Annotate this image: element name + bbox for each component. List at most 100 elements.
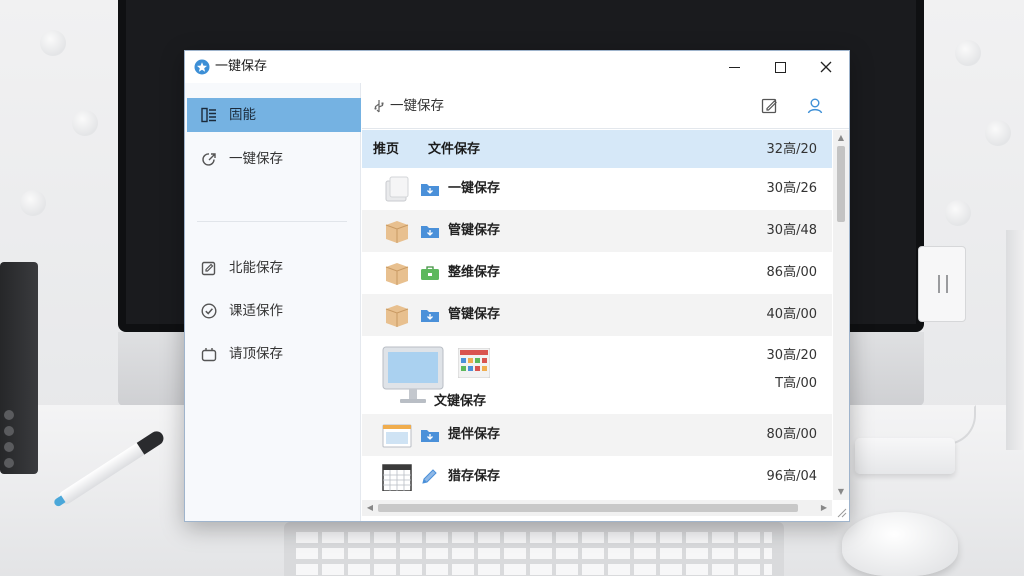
vertical-scroll-thumb[interactable]: [837, 146, 845, 222]
app-grid-icon: [458, 348, 490, 378]
scroll-right-icon[interactable]: ▶: [819, 503, 829, 513]
edit-box-icon: [201, 261, 216, 276]
scroll-left-icon[interactable]: ◀: [365, 503, 375, 513]
resize-grip-icon[interactable]: [835, 506, 847, 518]
calendar-thumb-icon: [382, 464, 412, 491]
list-item[interactable]: 提伴保存 80高/00: [362, 414, 832, 456]
wall-texture: [20, 190, 46, 216]
file-size: 96高/04: [766, 469, 817, 484]
horizontal-scrollbar[interactable]: ◀ ▶: [362, 500, 832, 516]
sidebar-item-label: 固能: [229, 107, 256, 123]
speaker-button: [4, 458, 14, 468]
list-item-expanded[interactable]: 文键保存 30高/20 T高/00: [362, 336, 832, 414]
wall-texture: [955, 40, 981, 66]
title-bar[interactable]: 一键保存: [185, 51, 849, 83]
sidebar: 固能 一键保存 北能保存 课适保作 请顶保存: [185, 83, 361, 521]
list-item[interactable]: 猎存保存 96高/04: [362, 456, 832, 498]
file-name: 猎存保存: [448, 469, 501, 484]
list-item[interactable]: 一键保存 30高/26: [362, 168, 832, 210]
scroll-down-icon[interactable]: ▼: [836, 487, 846, 497]
file-size: 30高/26: [766, 181, 817, 196]
file-size: 30高/48: [766, 223, 817, 238]
file-name: 一键保存: [448, 181, 501, 196]
side-panel: [1006, 230, 1024, 450]
list-item[interactable]: 管键保存 40高/00: [362, 294, 832, 336]
sidebar-item-label: 一键保存: [229, 151, 283, 167]
maximize-icon: [774, 61, 786, 73]
close-button[interactable]: [803, 51, 849, 83]
package-folder-icon: [385, 305, 409, 327]
key-row: [296, 548, 772, 559]
keyboard: [284, 522, 784, 576]
router: [855, 438, 955, 474]
close-icon: [820, 61, 832, 73]
speaker-button: [4, 442, 14, 452]
list-item[interactable]: 整维保存 86高/00: [362, 252, 832, 294]
key-row: [296, 532, 772, 543]
sidebar-item-home[interactable]: 固能: [187, 98, 361, 132]
outlet-socket: [938, 275, 948, 293]
content-toolbar: 一键保存: [362, 83, 849, 129]
sidebar-item-quick-save[interactable]: 课适保作: [187, 294, 361, 328]
blank-folder-icon: [385, 176, 409, 202]
share-arrow-icon: [202, 153, 216, 166]
user-icon: [807, 98, 823, 114]
file-size: 30高/20: [766, 348, 817, 363]
vertical-scrollbar[interactable]: ▲ ▼: [833, 130, 849, 500]
blue-folder-icon: [421, 310, 439, 322]
key-row: [296, 564, 772, 575]
window-thumb-icon: [382, 424, 412, 448]
wall-texture: [985, 120, 1011, 146]
sidebar-item-label: 课适保作: [229, 303, 283, 319]
file-name: 整维保存: [448, 265, 501, 280]
edit-button[interactable]: [760, 96, 780, 116]
sidebar-item-one-click-save[interactable]: 一键保存: [187, 142, 361, 176]
column-header-file[interactable]: 文件保存: [428, 142, 480, 157]
maximize-button[interactable]: [757, 51, 803, 83]
user-button[interactable]: [805, 96, 825, 116]
file-name: 管键保存: [448, 223, 501, 238]
column-header-page[interactable]: 推页: [373, 142, 399, 157]
file-size-secondary: T高/00: [775, 376, 817, 391]
usb-icon: [374, 100, 384, 113]
wall-texture: [72, 110, 98, 136]
file-size: 80高/00: [766, 427, 817, 442]
green-toolbox-icon: [421, 266, 439, 280]
speaker: [0, 262, 38, 474]
app-window: 一键保存 固能 一键保存 北能保存 课适保作 请顶保存 一键保存 推页 文件保存…: [184, 50, 850, 522]
scroll-up-icon[interactable]: ▲: [836, 133, 846, 143]
mouse: [842, 512, 958, 576]
blue-folder-icon: [421, 184, 439, 196]
wall-outlet: [918, 246, 966, 322]
sidebar-item-smart-save[interactable]: 北能保存: [187, 251, 361, 285]
window-title: 一键保存: [215, 59, 268, 74]
sidebar-divider: [197, 221, 347, 222]
speaker-button: [4, 410, 14, 420]
file-name: 提伴保存: [448, 427, 501, 442]
sidebar-item-label: 北能保存: [229, 260, 283, 276]
file-size: 40高/00: [766, 307, 817, 322]
blue-folder-icon: [421, 226, 439, 238]
app-logo-icon: [194, 59, 210, 75]
sidebar-item-request-save[interactable]: 请顶保存: [187, 337, 361, 371]
list-view-icon: [201, 107, 216, 123]
bag-icon: [201, 348, 217, 362]
edit-icon: [761, 98, 777, 114]
minimize-button[interactable]: [711, 51, 757, 83]
sidebar-item-label: 请顶保存: [229, 346, 283, 362]
list-item[interactable]: 管键保存 30高/48: [362, 210, 832, 252]
speaker-button: [4, 426, 14, 436]
list-header[interactable]: 推页 文件保存 32高/20: [362, 130, 832, 168]
pencil-icon: [422, 469, 437, 484]
wall-texture: [945, 200, 971, 226]
breadcrumb[interactable]: 一键保存: [390, 98, 444, 114]
file-name: 文键保存: [434, 394, 487, 409]
file-size: 86高/00: [766, 265, 817, 280]
package-folder-icon: [385, 221, 409, 243]
minimize-icon: [728, 66, 740, 68]
check-circle-icon: [201, 303, 217, 319]
horizontal-scroll-thumb[interactable]: [378, 504, 798, 512]
file-name: 管键保存: [448, 307, 501, 322]
wall-texture: [40, 30, 66, 56]
column-header-size[interactable]: 32高/20: [767, 142, 817, 157]
